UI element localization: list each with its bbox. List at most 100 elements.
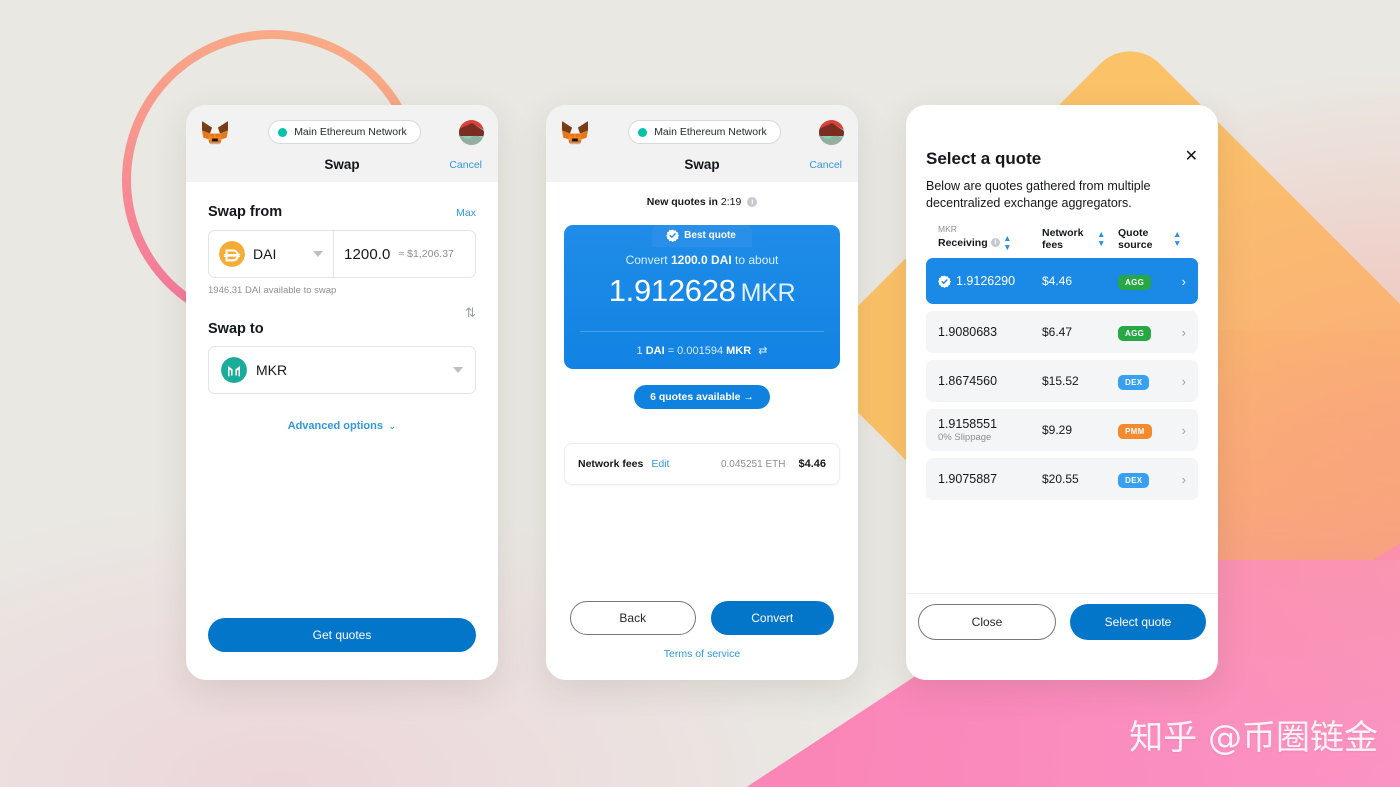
column-header-quote-source[interactable]: Quote source ▲ ▼ — [1118, 227, 1186, 251]
to-token-name: MKR — [256, 362, 288, 378]
footer-divider — [906, 593, 1218, 594]
network-label: Main Ethereum Network — [654, 126, 767, 138]
convert-amount: 1200.0 DAI — [670, 253, 732, 267]
account-avatar[interactable] — [459, 119, 484, 145]
quote-network-fee: $20.55 — [1042, 472, 1079, 486]
quote-source-cell: AGG — [1118, 323, 1182, 341]
from-token-name: DAI — [253, 246, 277, 262]
verified-check-icon — [938, 274, 951, 288]
quote-source-badge: DEX — [1118, 375, 1150, 390]
rate-to-token: MKR — [726, 345, 752, 357]
chevron-right-icon[interactable]: › — [1182, 423, 1186, 438]
select-quote-title: Select a quote — [926, 149, 1042, 168]
network-status-dot — [278, 127, 288, 137]
network-status-dot — [638, 127, 648, 137]
advanced-options-toggle[interactable]: Advanced options ⌄ — [208, 420, 476, 432]
chevron-right-icon[interactable]: › — [1182, 274, 1186, 289]
page-title: Swap — [324, 157, 360, 172]
max-button[interactable]: Max — [456, 207, 476, 219]
watermark: 知乎 @币圈链金 — [1129, 718, 1378, 758]
sort-icon[interactable]: ▲ ▼ — [1097, 230, 1105, 247]
close-icon[interactable]: ✕ — [1185, 149, 1198, 165]
swap-amount-input[interactable]: 1200.0 — [344, 246, 390, 263]
network-fees-row: Network fees Edit 0.045251 ETH $4.46 — [564, 443, 840, 485]
dai-token-icon — [219, 241, 245, 267]
terms-of-service-link[interactable]: Terms of service — [570, 648, 834, 660]
chevron-right-icon[interactable]: › — [1182, 472, 1186, 487]
quote-network-fee: $15.52 — [1042, 374, 1079, 388]
chevron-right-icon[interactable]: › — [1182, 374, 1186, 389]
wallet-header: Main Ethereum Network Swap Cancel — [546, 105, 858, 182]
quote-network-fee: $6.47 — [1042, 325, 1073, 339]
best-quote-label: Best quote — [684, 230, 736, 241]
quote-source-cell: DEX — [1118, 470, 1182, 488]
quote-row[interactable]: 1.9075887 $20.55 DEX › — [926, 458, 1198, 500]
quote-row[interactable]: 1.8674560 $15.52 DEX › — [926, 360, 1198, 402]
network-selector[interactable]: Main Ethereum Network — [268, 120, 421, 144]
quote-receiving-cell: 1.9080683 — [938, 325, 1042, 339]
convert-summary: Convert 1200.0 DAI to about — [580, 253, 824, 267]
quote-receiving-cell: 1.8674560 — [938, 374, 1042, 388]
cancel-link[interactable]: Cancel — [809, 159, 842, 171]
convert-prefix: Convert — [625, 253, 668, 267]
available-balance-text: 1946.31 DAI available to swap — [208, 285, 337, 296]
quote-row[interactable]: 1.9126290 $4.46 AGG › — [926, 258, 1198, 304]
rate-prefix: 1 — [636, 345, 643, 357]
sort-icon[interactable]: ▲ ▼ — [1003, 234, 1011, 251]
swap-direction-toggle-icon[interactable]: ⇅ — [465, 305, 476, 321]
quote-network-fee: $4.46 — [1042, 274, 1073, 288]
info-icon[interactable]: i — [747, 197, 758, 207]
metamask-fox-icon — [202, 121, 228, 145]
quote-network-fee: $9.29 — [1042, 423, 1073, 437]
quote-receiving-cell: 1.9158551 0% Slippage — [938, 417, 1042, 443]
quote-source-badge: PMM — [1118, 424, 1152, 439]
advanced-options-label: Advanced options — [287, 420, 383, 432]
cancel-link[interactable]: Cancel — [449, 159, 482, 171]
rate-from-token: DAI — [645, 345, 665, 357]
sort-icon[interactable]: ▲ ▼ — [1173, 230, 1181, 247]
swap-form-panel: Main Ethereum Network Swap Cancel Swap f… — [186, 105, 498, 680]
page-title: Swap — [684, 157, 720, 172]
quote-result: 1.912628 MKR — [580, 273, 824, 309]
quote-receiving-amount: 1.9075887 — [938, 472, 998, 486]
chevron-down-icon — [453, 367, 463, 373]
column-header-receiving-label: Receiving — [938, 236, 988, 249]
swap-to-field[interactable]: MKR — [208, 346, 476, 394]
account-avatar[interactable] — [819, 119, 844, 145]
column-header-quote-source-label: Quote source — [1118, 226, 1153, 251]
select-quote-panel: Select a quote ✕ Below are quotes gather… — [906, 105, 1218, 680]
get-quotes-button[interactable]: Get quotes — [208, 618, 476, 652]
quote-row[interactable]: 1.9158551 0% Slippage $9.29 PMM › — [926, 409, 1198, 451]
swap-from-field: DAI 1200.0 ≈ $1,206.37 — [208, 230, 476, 278]
quote-preview-panel: Main Ethereum Network Swap Cancel New qu… — [546, 105, 858, 680]
from-token-selector[interactable]: DAI — [209, 231, 334, 277]
quotes-table: MKR Receiving i ▲ ▼ Network fees ▲ ▼ Quo… — [926, 224, 1198, 500]
quotes-available-button[interactable]: 6 quotes available → — [634, 385, 770, 409]
rate-swap-icon[interactable]: ⇄ — [758, 345, 767, 357]
back-button[interactable]: Back — [570, 601, 696, 635]
quote-source-cell: PMM — [1118, 421, 1182, 439]
column-header-network-fees-label: Network fees — [1042, 226, 1084, 251]
mkr-token-icon — [221, 357, 247, 383]
column-header-receiving[interactable]: Receiving i ▲ ▼ — [938, 234, 1042, 251]
swap-to-label: Swap to — [208, 321, 264, 337]
amount-usd-value: ≈ $1,206.37 — [398, 248, 454, 260]
select-quote-subtitle: Below are quotes gathered from multiple … — [926, 179, 1151, 210]
exchange-rate-row: 1 DAI = 0.001594 MKR ⇄ — [580, 344, 824, 357]
new-quotes-label: New quotes in — [646, 196, 718, 208]
convert-button[interactable]: Convert — [710, 601, 834, 635]
network-selector[interactable]: Main Ethereum Network — [628, 120, 781, 144]
edit-fees-link[interactable]: Edit — [651, 458, 669, 470]
quote-result-unit: MKR — [740, 279, 796, 307]
quote-receiving-amount: 1.9126290 — [956, 274, 1016, 288]
close-button[interactable]: Close — [918, 604, 1056, 640]
info-icon[interactable]: i — [990, 237, 1001, 248]
quote-source-badge: AGG — [1118, 326, 1152, 341]
column-header-network-fees[interactable]: Network fees ▲ ▼ — [1042, 227, 1118, 251]
network-fees-eth: 0.045251 ETH — [720, 458, 786, 470]
quote-row[interactable]: 1.9080683 $6.47 AGG › — [926, 311, 1198, 353]
chevron-right-icon[interactable]: › — [1182, 325, 1186, 340]
quote-rows-container: 1.9126290 $4.46 AGG › 1.9080683 $6.47 AGG › 1.86… — [926, 258, 1198, 500]
quote-receiving-amount: 1.9158551 — [938, 417, 998, 431]
select-quote-button[interactable]: Select quote — [1070, 604, 1206, 640]
